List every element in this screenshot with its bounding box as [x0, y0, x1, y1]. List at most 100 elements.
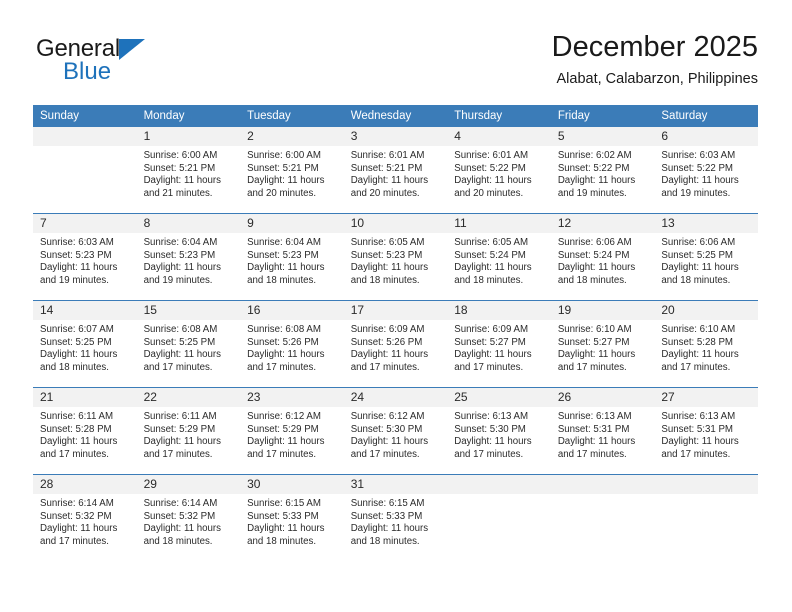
day-detail: Sunrise: 6:14 AM Sunset: 5:32 PM Daylight:… — [33, 494, 137, 561]
daylight-text-line1: Daylight: 11 hours — [143, 175, 221, 187]
calendar-day-cell[interactable]: 28 Sunrise: 6:14 AM Sunset: 5:32 PM Dayligh… — [33, 474, 137, 561]
calendar-day-cell[interactable]: 13 Sunrise: 6:06 AM Sunset: 5:25 PM Dayligh… — [654, 213, 758, 301]
daylight-text-line2: and 17 minutes. — [40, 448, 109, 460]
day-number — [654, 475, 758, 494]
calendar-day-cell-empty — [33, 127, 137, 214]
day-detail: Sunrise: 6:08 AM Sunset: 5:25 PM Daylight:… — [137, 320, 241, 387]
sunset-text: Sunset: 5:29 PM — [143, 423, 216, 435]
sunrise-text: Sunrise: 6:11 AM — [40, 411, 114, 422]
calendar-day-cell[interactable]: 20 Sunrise: 6:10 AM Sunset: 5:28 PM Dayligh… — [654, 300, 758, 388]
calendar-day-cell[interactable]: 21 Sunrise: 6:11 AM Sunset: 5:28 PM Dayligh… — [33, 387, 137, 475]
daylight-text-line1: Daylight: 11 hours — [454, 349, 532, 361]
weekday-header-tuesday: Tuesday — [240, 105, 344, 127]
daylight-text-line2: and 17 minutes. — [247, 361, 317, 373]
calendar-day-cell[interactable]: 11 Sunrise: 6:05 AM Sunset: 5:24 PM Dayligh… — [447, 213, 551, 301]
sunrise-text: Sunrise: 6:12 AM — [247, 411, 321, 422]
day-number: 19 — [550, 301, 655, 320]
daylight-text-line2: and 21 minutes. — [143, 187, 213, 199]
calendar-day-cell[interactable]: 7 Sunrise: 6:03 AM Sunset: 5:23 PM Daylight… — [33, 213, 137, 301]
day-number: 28 — [33, 475, 137, 494]
day-number: 20 — [654, 301, 758, 320]
calendar-day-cell[interactable]: 25 Sunrise: 6:13 AM Sunset: 5:30 PM Dayligh… — [447, 387, 551, 475]
daylight-text-line2: and 20 minutes. — [454, 187, 524, 199]
sunrise-text: Sunrise: 6:14 AM — [143, 498, 218, 509]
calendar-day-cell[interactable]: 17 Sunrise: 6:09 AM Sunset: 5:26 PM Dayligh… — [343, 300, 448, 388]
daylight-text-line2 — [454, 536, 546, 549]
calendar-day-cell[interactable]: 15 Sunrise: 6:08 AM Sunset: 5:25 PM Dayligh… — [136, 300, 241, 388]
daylight-text-line2 — [661, 536, 753, 549]
calendar-day-cell[interactable]: 16 Sunrise: 6:08 AM Sunset: 5:26 PM Dayligh… — [240, 300, 344, 388]
daylight-text-line1: Daylight: 11 hours — [247, 175, 325, 187]
page-title: December 2025 — [551, 31, 758, 63]
calendar-day-cell[interactable]: 27 Sunrise: 6:13 AM Sunset: 5:31 PM Dayligh… — [654, 387, 758, 475]
sunrise-text — [661, 498, 753, 511]
calendar-day-cell[interactable]: 9 Sunrise: 6:04 AM Sunset: 5:23 PM Daylight… — [240, 213, 344, 301]
weekday-header-saturday: Saturday — [654, 105, 758, 127]
calendar-day-cell[interactable]: 29 Sunrise: 6:14 AM Sunset: 5:32 PM Dayligh… — [136, 474, 241, 561]
day-detail: Sunrise: 6:02 AM Sunset: 5:22 PM Daylight:… — [551, 146, 655, 213]
sunrise-text — [558, 498, 650, 511]
calendar-day-cell[interactable]: 24 Sunrise: 6:12 AM Sunset: 5:30 PM Dayligh… — [343, 387, 448, 475]
calendar-day-cell[interactable]: 8 Sunrise: 6:04 AM Sunset: 5:23 PM Daylight… — [136, 213, 241, 301]
calendar-day-cell[interactable]: 10 Sunrise: 6:05 AM Sunset: 5:23 PM Dayligh… — [343, 213, 448, 301]
calendar-day-cell[interactable]: 2 Sunrise: 6:00 AM Sunset: 5:21 PM Daylight… — [240, 127, 344, 214]
day-number: 24 — [343, 388, 448, 407]
day-detail: Sunrise: 6:00 AM Sunset: 5:21 PM Daylight:… — [240, 146, 344, 213]
sunset-text: Sunset: 5:23 PM — [247, 249, 319, 261]
sunrise-text: Sunrise: 6:14 AM — [40, 498, 114, 509]
day-detail: Sunrise: 6:14 AM Sunset: 5:32 PM Daylight:… — [137, 494, 241, 561]
weekday-header-monday: Monday — [136, 105, 241, 127]
calendar-day-cell[interactable]: 26 Sunrise: 6:13 AM Sunset: 5:31 PM Dayligh… — [550, 387, 655, 475]
calendar-day-cell[interactable]: 4 Sunrise: 6:01 AM Sunset: 5:22 PM Daylight… — [447, 127, 551, 214]
calendar-day-cell[interactable]: 12 Sunrise: 6:06 AM Sunset: 5:24 PM Dayligh… — [550, 213, 655, 301]
calendar-day-cell[interactable]: 30 Sunrise: 6:15 AM Sunset: 5:33 PM Dayligh… — [240, 474, 344, 561]
sunrise-text: Sunrise: 6:07 AM — [40, 324, 114, 335]
brand-logo[interactable]: General Blue — [36, 36, 196, 88]
daylight-text-line2 — [558, 536, 650, 549]
sunset-text: Sunset: 5:21 PM — [350, 162, 423, 174]
sunset-text: Sunset: 5:22 PM — [661, 162, 733, 174]
calendar-day-cell[interactable]: 6 Sunrise: 6:03 AM Sunset: 5:22 PM Daylight… — [654, 127, 758, 214]
day-detail: Sunrise: 6:13 AM Sunset: 5:31 PM Daylight:… — [654, 407, 758, 474]
sunrise-text: Sunrise: 6:03 AM — [661, 150, 736, 161]
daylight-text-line2: and 18 minutes. — [454, 274, 524, 286]
daylight-text-line2: and 17 minutes. — [661, 361, 731, 373]
sunset-text — [454, 511, 546, 524]
calendar-day-cell[interactable]: 5 Sunrise: 6:02 AM Sunset: 5:22 PM Daylight… — [550, 127, 655, 214]
calendar-day-cell[interactable]: 19 Sunrise: 6:10 AM Sunset: 5:27 PM Dayligh… — [550, 300, 655, 388]
calendar-day-cell[interactable]: 3 Sunrise: 6:01 AM Sunset: 5:21 PM Daylight… — [343, 127, 448, 214]
daylight-text-line2: and 18 minutes. — [40, 361, 109, 373]
sunset-text: Sunset: 5:23 PM — [350, 249, 423, 261]
daylight-text-line2: and 17 minutes. — [557, 361, 627, 373]
calendar-week-row: 21 Sunrise: 6:11 AM Sunset: 5:28 PM Dayligh… — [33, 387, 758, 475]
sunset-text: Sunset: 5:28 PM — [40, 423, 112, 435]
calendar-day-cell[interactable]: 14 Sunrise: 6:07 AM Sunset: 5:25 PM Dayligh… — [33, 300, 137, 388]
sunrise-text: Sunrise: 6:05 AM — [454, 237, 529, 248]
daylight-text-line1: Daylight: 11 hours — [40, 262, 118, 274]
daylight-text-line1: Daylight: 11 hours — [350, 523, 429, 535]
sunset-text — [40, 163, 132, 176]
sunset-text: Sunset: 5:22 PM — [557, 162, 630, 174]
daylight-text-line1: Daylight: 11 hours — [350, 262, 429, 274]
daylight-text-line1: Daylight: 11 hours — [143, 523, 221, 535]
day-number: 7 — [33, 214, 137, 233]
calendar-day-cell[interactable]: 1 Sunrise: 6:00 AM Sunset: 5:21 PM Daylight… — [136, 127, 241, 214]
day-number: 4 — [447, 127, 551, 146]
day-number: 21 — [33, 388, 137, 407]
calendar-day-cell[interactable]: 18 Sunrise: 6:09 AM Sunset: 5:27 PM Dayligh… — [447, 300, 551, 388]
sunrise-text: Sunrise: 6:15 AM — [350, 498, 425, 509]
daylight-text-line1: Daylight: 11 hours — [247, 436, 325, 448]
sunrise-text: Sunrise: 6:06 AM — [557, 237, 632, 248]
daylight-text-line1 — [40, 175, 132, 188]
calendar-day-cell[interactable]: 23 Sunrise: 6:12 AM Sunset: 5:29 PM Dayligh… — [240, 387, 344, 475]
daylight-text-line1: Daylight: 11 hours — [40, 523, 118, 535]
day-number: 1 — [136, 127, 241, 146]
day-detail: Sunrise: 6:06 AM Sunset: 5:24 PM Daylight:… — [551, 233, 655, 300]
calendar-day-cell[interactable]: 22 Sunrise: 6:11 AM Sunset: 5:29 PM Dayligh… — [136, 387, 241, 475]
sunset-text: Sunset: 5:27 PM — [557, 336, 630, 348]
day-number: 8 — [136, 214, 241, 233]
calendar-day-cell[interactable]: 31 Sunrise: 6:15 AM Sunset: 5:33 PM Dayligh… — [343, 474, 448, 561]
day-detail: Sunrise: 6:03 AM Sunset: 5:23 PM Daylight:… — [33, 233, 137, 300]
daylight-text-line2: and 17 minutes. — [247, 448, 317, 460]
calendar-day-cell-empty — [550, 474, 655, 561]
